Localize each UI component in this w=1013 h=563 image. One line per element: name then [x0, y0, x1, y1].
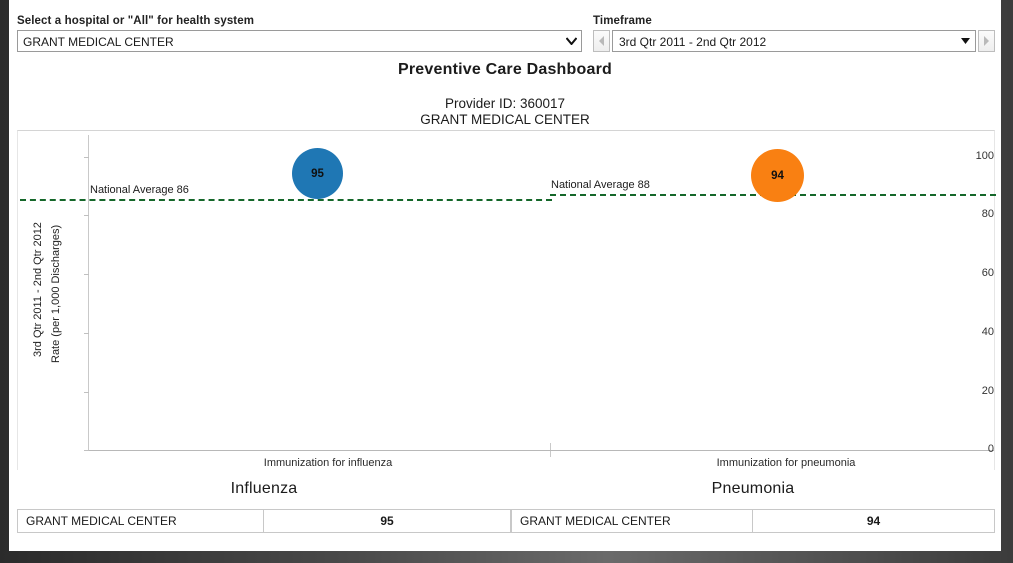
window-frame: Select a hospital or "All" for health sy… — [0, 0, 1013, 563]
hospital-select[interactable]: GRANT MEDICAL CENTER — [17, 30, 582, 52]
y-tick-mark-60 — [84, 274, 89, 275]
x-axis-center-tick-upper — [550, 443, 551, 450]
y-tick-mark-0 — [84, 450, 89, 451]
y-axis-line — [88, 135, 89, 450]
y-tick-label-80: 80 — [981, 208, 994, 220]
timeframe-next-button[interactable] — [978, 30, 995, 52]
y-tick-label-0: 0 — [987, 443, 994, 455]
data-table-pneumonia: GRANT MEDICAL CENTER 94 — [511, 509, 995, 533]
timeframe-label: Timeframe — [593, 15, 652, 27]
dashboard-page: Select a hospital or "All" for health sy… — [9, 0, 1001, 551]
table-row-label: GRANT MEDICAL CENTER — [511, 509, 753, 533]
group-title-pneumonia: Pneumonia — [711, 480, 795, 497]
timeframe-select[interactable]: 3rd Qtr 2011 - 2nd Qtr 2012 — [612, 30, 976, 52]
table-row-label: GRANT MEDICAL CENTER — [17, 509, 264, 533]
y-tick-label-100: 100 — [975, 150, 994, 162]
y-tick-mark-80 — [84, 215, 89, 216]
data-point-influenza-value: 95 — [311, 167, 324, 180]
provider-id: Provider ID: 360017 — [444, 96, 566, 111]
reference-line-label-pneumonia: National Average 88 — [551, 179, 650, 191]
timeframe-control: 3rd Qtr 2011 - 2nd Qtr 2012 — [593, 30, 995, 52]
table-row-value: 95 — [264, 509, 511, 533]
y-tick-mark-40 — [84, 333, 89, 334]
y-axis-period-label: 3rd Qtr 2011 - 2nd Qtr 2012 — [32, 222, 44, 357]
reference-line-label-influenza: National Average 86 — [90, 184, 189, 196]
reference-line-influenza — [20, 199, 552, 201]
chart-panel: 100 80 60 40 20 0 3rd Qtr 2011 - 2nd Qtr… — [17, 130, 996, 470]
data-point-influenza[interactable]: 95 — [292, 148, 343, 199]
x-category-label-pneumonia: Immunization for pneumonia — [716, 457, 856, 469]
x-category-label-influenza: Immunization for influenza — [263, 457, 393, 469]
group-title-influenza: Influenza — [230, 480, 298, 497]
data-table-influenza: GRANT MEDICAL CENTER 95 — [17, 509, 511, 533]
x-axis-center-tick — [550, 451, 551, 457]
provider-name: GRANT MEDICAL CENTER — [420, 112, 590, 127]
page-title: Preventive Care Dashboard — [398, 61, 612, 78]
y-tick-mark-20 — [84, 392, 89, 393]
y-tick-mark-100 — [84, 157, 89, 158]
hospital-select-label: Select a hospital or "All" for health sy… — [17, 15, 255, 27]
table-row-value: 94 — [753, 509, 995, 533]
timeframe-prev-button[interactable] — [593, 30, 610, 52]
data-point-pneumonia[interactable]: 94 — [751, 149, 804, 202]
y-tick-label-20: 20 — [981, 385, 994, 397]
y-axis-title: Rate (per 1,000 Discharges) — [50, 224, 62, 363]
data-point-pneumonia-value: 94 — [771, 169, 784, 182]
y-tick-label-40: 40 — [981, 326, 994, 338]
x-axis-line — [88, 450, 994, 451]
y-tick-label-60: 60 — [981, 267, 994, 279]
